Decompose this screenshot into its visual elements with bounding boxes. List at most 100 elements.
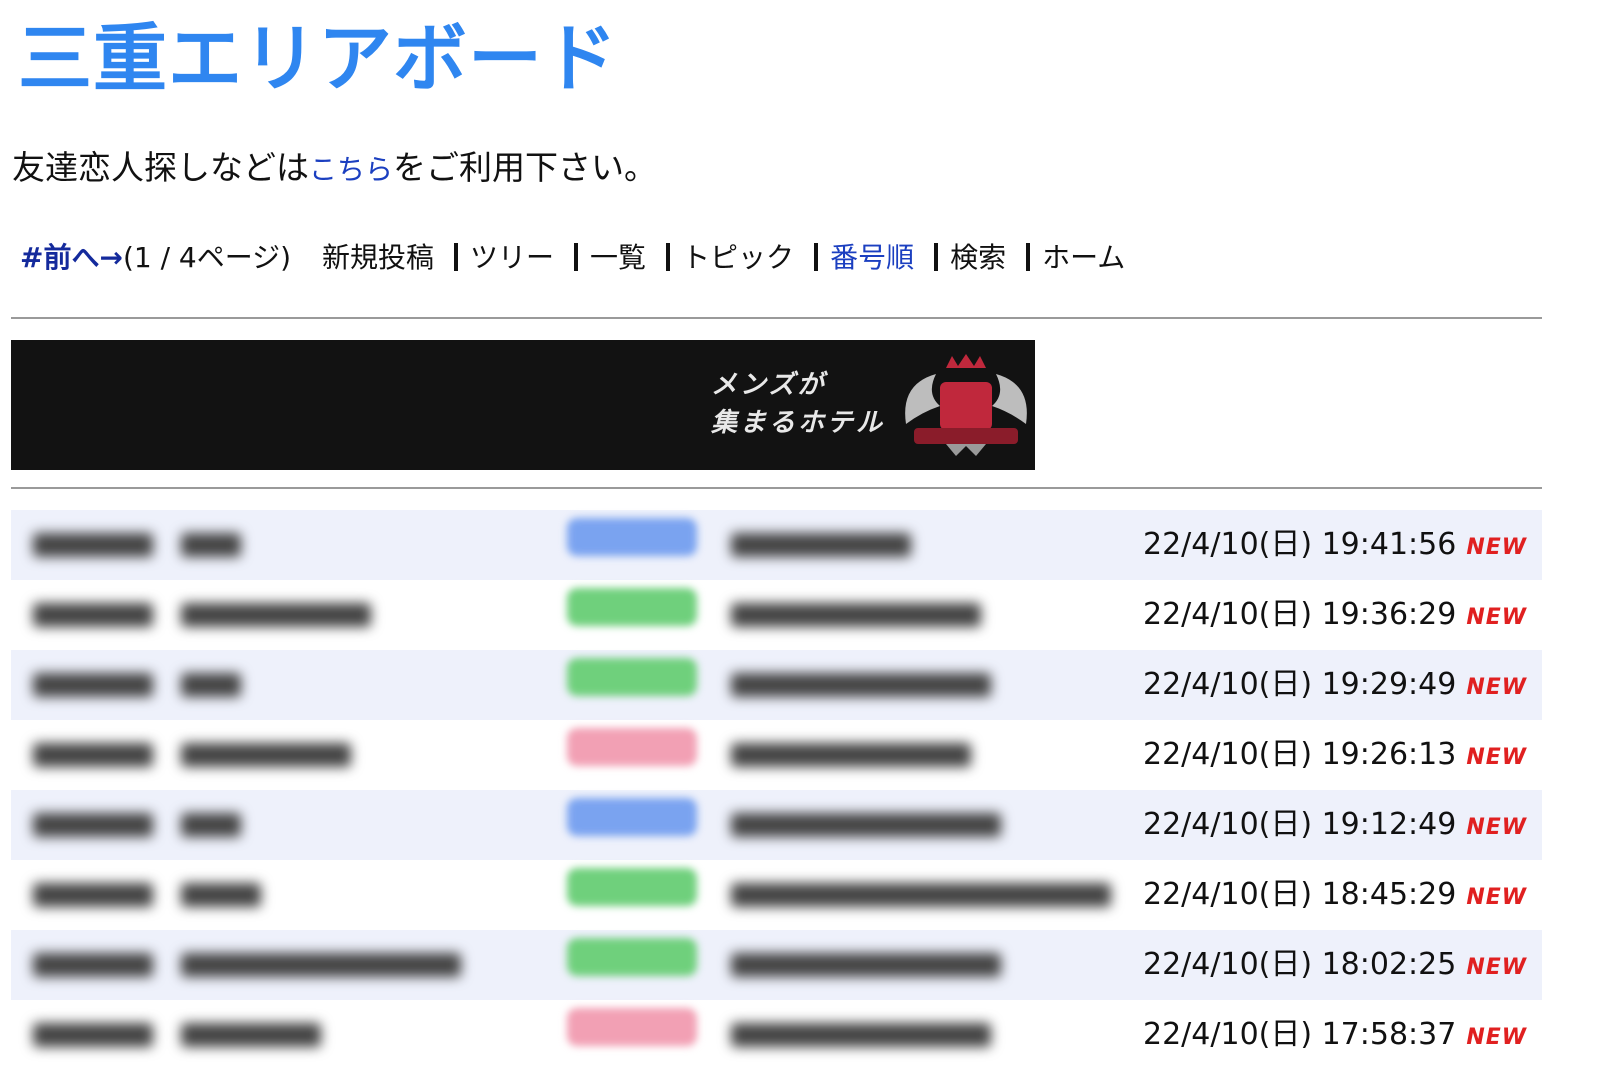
- blurred-text: [731, 533, 911, 557]
- post-date-cell: 22/4/10(日) 19:12:49 NEW: [1135, 790, 1542, 860]
- post-row[interactable]: 22/4/10(日) 18:02:25 NEW: [11, 930, 1542, 1000]
- blurred-text: [731, 883, 1111, 907]
- post-blurred-content: [11, 930, 1135, 1000]
- category-pill: [567, 518, 697, 556]
- nav-separator: [574, 243, 579, 271]
- post-date-cell: 22/4/10(日) 18:02:25 NEW: [1135, 930, 1542, 1000]
- nav-item[interactable]: ツリー: [470, 241, 554, 274]
- crest-logo-icon: [905, 354, 1027, 456]
- post-row[interactable]: 22/4/10(日) 19:41:56 NEW: [11, 510, 1542, 580]
- intro-before: 友達恋人探しなどは: [12, 148, 309, 187]
- intro-link[interactable]: こちら: [309, 153, 393, 186]
- new-badge: NEW: [1466, 605, 1528, 630]
- new-badge: NEW: [1466, 535, 1528, 560]
- post-blurred-content: [11, 720, 1135, 790]
- post-date: 22/4/10(日) 19:29:49: [1143, 667, 1457, 702]
- post-row[interactable]: 22/4/10(日) 19:36:29 NEW: [11, 580, 1542, 650]
- nav-item[interactable]: トピック: [682, 241, 794, 274]
- post-date: 22/4/10(日) 19:12:49: [1143, 807, 1457, 842]
- blurred-text: [181, 603, 371, 627]
- post-date: 22/4/10(日) 19:26:13: [1143, 737, 1457, 772]
- blurred-text: [33, 953, 153, 977]
- category-pill: [567, 868, 697, 906]
- new-badge: NEW: [1466, 885, 1528, 910]
- site-title: 三重エリアボード: [18, 16, 618, 102]
- blurred-text: [731, 673, 991, 697]
- post-blurred-content: [11, 650, 1135, 720]
- post-date-cell: 22/4/10(日) 19:26:13 NEW: [1135, 720, 1542, 790]
- new-badge: NEW: [1466, 955, 1528, 980]
- nav-prev-link[interactable]: #前へ→: [20, 241, 123, 274]
- nav-item[interactable]: 新規投稿: [322, 241, 434, 274]
- new-badge: NEW: [1466, 1025, 1528, 1050]
- page-indicator: (1 / 4ページ): [122, 241, 292, 274]
- nav-item[interactable]: 番号順: [830, 241, 914, 274]
- nav-item[interactable]: 検索: [950, 241, 1006, 274]
- post-date-cell: 22/4/10(日) 19:36:29 NEW: [1135, 580, 1542, 650]
- new-badge: NEW: [1466, 815, 1528, 840]
- post-row[interactable]: 22/4/10(日) 18:45:29 NEW: [11, 860, 1542, 930]
- blurred-text: [181, 953, 461, 977]
- banner-tagline: メンズが 集まるホテル: [711, 366, 885, 442]
- blurred-text: [33, 1023, 153, 1047]
- post-row[interactable]: 22/4/10(日) 19:12:49 NEW: [11, 790, 1542, 860]
- blurred-text: [731, 603, 981, 627]
- blurred-text: [731, 1023, 991, 1047]
- post-date-cell: 22/4/10(日) 17:58:37 NEW: [1135, 1000, 1542, 1070]
- post-blurred-content: [11, 790, 1135, 860]
- category-pill: [567, 588, 697, 626]
- nav-item[interactable]: 一覧: [590, 241, 646, 274]
- blurred-text: [181, 673, 241, 697]
- category-pill: [567, 658, 697, 696]
- post-date: 22/4/10(日) 19:41:56: [1143, 527, 1457, 562]
- post-list: 22/4/10(日) 19:41:56 NEW 22/4/10(日) 19:36:2…: [11, 510, 1542, 1070]
- blurred-text: [181, 533, 241, 557]
- blurred-text: [181, 1023, 321, 1047]
- nav-bar: #前へ→(1 / 4ページ) 新規投稿 ツリー 一覧 トピック 番号順 検索 ホーム: [20, 238, 1125, 278]
- blurred-text: [33, 813, 153, 837]
- blurred-text: [731, 813, 1001, 837]
- blurred-text: [33, 883, 153, 907]
- new-badge: NEW: [1466, 675, 1528, 700]
- blurred-text: [33, 533, 153, 557]
- nav-separator: [666, 243, 671, 271]
- category-pill: [567, 798, 697, 836]
- post-blurred-content: [11, 580, 1135, 650]
- nav-separator: [934, 243, 939, 271]
- intro-text: 友達恋人探しなどはこちらをご利用下さい。: [12, 146, 657, 192]
- divider-bottom: [11, 487, 1542, 489]
- blurred-text: [181, 813, 241, 837]
- new-badge: NEW: [1466, 745, 1528, 770]
- post-blurred-content: [11, 510, 1135, 580]
- blurred-text: [181, 883, 261, 907]
- banner-line-2: 集まるホテル: [711, 408, 886, 438]
- ad-banner[interactable]: メンズが 集まるホテル: [11, 340, 1035, 470]
- blurred-text: [33, 603, 153, 627]
- post-date-cell: 22/4/10(日) 19:41:56 NEW: [1135, 510, 1542, 580]
- post-date-cell: 22/4/10(日) 18:45:29 NEW: [1135, 860, 1542, 930]
- post-date: 22/4/10(日) 17:58:37: [1143, 1017, 1457, 1052]
- nav-item[interactable]: ホーム: [1042, 241, 1125, 274]
- category-pill: [567, 938, 697, 976]
- nav-items: 新規投稿 ツリー 一覧 トピック 番号順 検索 ホーム: [322, 241, 1125, 274]
- post-blurred-content: [11, 860, 1135, 930]
- blurred-text: [731, 953, 1001, 977]
- category-pill: [567, 728, 697, 766]
- blurred-text: [181, 743, 351, 767]
- nav-separator: [454, 243, 459, 271]
- intro-after: をご利用下さい。: [393, 148, 658, 187]
- post-row[interactable]: 22/4/10(日) 19:26:13 NEW: [11, 720, 1542, 790]
- post-row[interactable]: 22/4/10(日) 17:58:37 NEW: [11, 1000, 1542, 1070]
- nav-separator: [1026, 243, 1031, 271]
- blurred-text: [33, 743, 153, 767]
- blurred-text: [33, 673, 153, 697]
- divider-top: [11, 317, 1542, 319]
- banner-line-1: メンズが: [711, 370, 827, 400]
- post-row[interactable]: 22/4/10(日) 19:29:49 NEW: [11, 650, 1542, 720]
- category-pill: [567, 1008, 697, 1046]
- blurred-text: [731, 743, 971, 767]
- post-date: 22/4/10(日) 18:02:25: [1143, 947, 1457, 982]
- nav-separator: [814, 243, 819, 271]
- post-date: 22/4/10(日) 18:45:29: [1143, 877, 1457, 912]
- post-date: 22/4/10(日) 19:36:29: [1143, 597, 1457, 632]
